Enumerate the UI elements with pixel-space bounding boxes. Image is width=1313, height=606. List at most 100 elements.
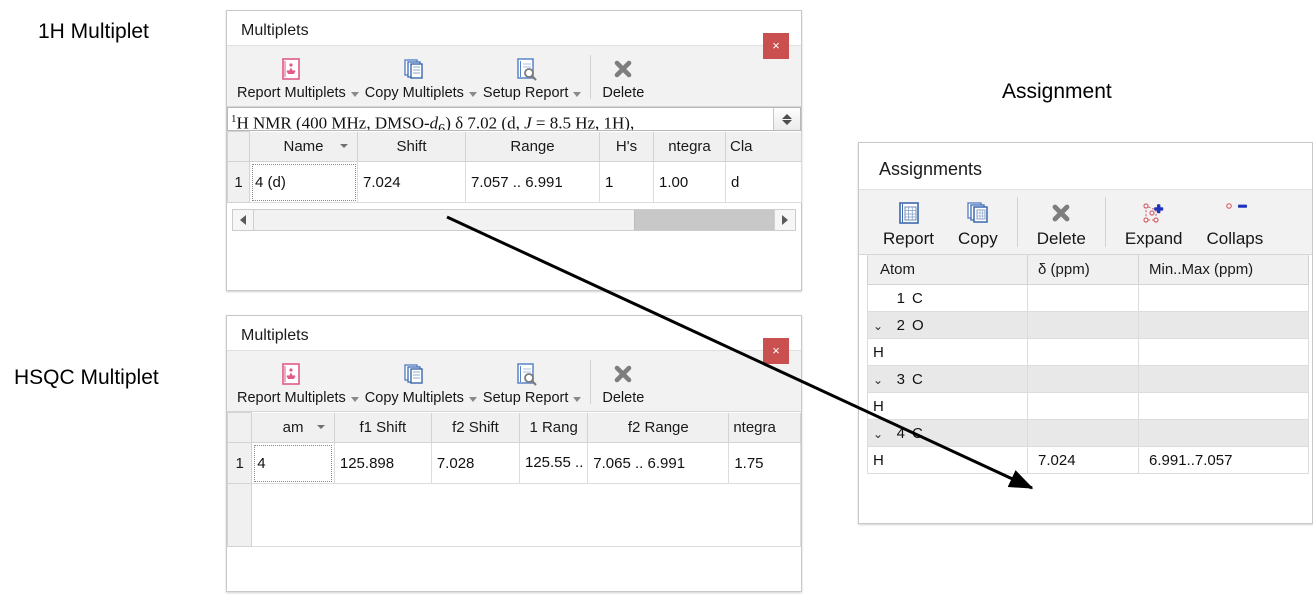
- atom-cell[interactable]: H: [867, 446, 1028, 474]
- copy-multiplets-button[interactable]: Copy Multiplets: [361, 46, 468, 106]
- nmr-report-spinner[interactable]: [773, 108, 800, 130]
- column-header-f2-range[interactable]: f2 Range: [587, 412, 730, 443]
- cell-hs[interactable]: 1: [599, 161, 654, 203]
- sort-chevron-down-icon[interactable]: [316, 424, 325, 429]
- horizontal-scrollbar[interactable]: [232, 209, 796, 231]
- multiplets-hsqc-window: Multiplets × Report Multiplets Copy Mult…: [226, 315, 802, 592]
- atom-cell[interactable]: 1C: [867, 284, 1028, 312]
- atom-cell[interactable]: H: [867, 338, 1028, 366]
- setup-report-dropdown-icon[interactable]: [573, 92, 582, 97]
- list-item[interactable]: 1C: [867, 284, 1309, 312]
- scrollbar-track[interactable]: [254, 210, 774, 230]
- spinner-down-icon[interactable]: [782, 119, 792, 125]
- assignments-report-button[interactable]: Report: [865, 190, 946, 254]
- assignments-copy-button[interactable]: Copy: [946, 190, 1010, 254]
- column-header-class[interactable]: Cla: [725, 131, 802, 162]
- copy-multiplets-button[interactable]: Copy Multiplets: [361, 351, 468, 411]
- report-multiplets-dropdown-icon[interactable]: [350, 92, 359, 97]
- assignments-delete-button[interactable]: Delete: [1025, 190, 1098, 254]
- table-empty-row[interactable]: [226, 483, 801, 547]
- nmr-report-text[interactable]: 1H NMR (400 MHz, DMSO-d6) δ 7.02 (d, J =…: [228, 108, 773, 130]
- assignments-expand-button[interactable]: Expand: [1113, 190, 1195, 254]
- delta-cell[interactable]: [1027, 365, 1139, 393]
- column-header-minmax[interactable]: Min..Max (ppm): [1138, 255, 1309, 285]
- cell-f1-range[interactable]: 125.55 .. 12...: [518, 442, 589, 484]
- setup-report-button[interactable]: Setup Report: [479, 351, 572, 411]
- table-row[interactable]: 1 4 125.898 7.028 125.55 .. 12... 7.065 …: [226, 442, 801, 484]
- column-header-atom[interactable]: Atom: [867, 255, 1028, 285]
- scrollbar-thumb[interactable]: [254, 210, 635, 230]
- column-header-hs[interactable]: H's: [599, 131, 654, 162]
- report-multiplets-dropdown-icon[interactable]: [350, 397, 359, 402]
- chevron-down-icon[interactable]: ⌄: [873, 373, 885, 387]
- list-item[interactable]: ⌄ 4 C: [867, 419, 1309, 447]
- cell-name[interactable]: 4: [251, 442, 335, 484]
- minmax-cell[interactable]: [1138, 392, 1309, 420]
- cell-class[interactable]: d: [725, 161, 802, 203]
- cell-f1-shift[interactable]: 125.898: [333, 442, 432, 484]
- column-header-name[interactable]: Name: [249, 131, 358, 162]
- toolbar-group-report: Report Multiplets: [233, 46, 361, 106]
- atom-cell[interactable]: ⌄ 4 C: [867, 419, 1028, 447]
- cell-shift[interactable]: 7.024: [357, 161, 466, 203]
- empty-area-cell[interactable]: [251, 483, 801, 547]
- list-item[interactable]: H 7.024 6.991..7.057: [867, 446, 1309, 474]
- copy-multiplets-dropdown-icon[interactable]: [468, 92, 477, 97]
- column-header-range[interactable]: Range: [465, 131, 600, 162]
- minmax-cell[interactable]: [1138, 311, 1309, 339]
- chevron-down-icon[interactable]: ⌄: [873, 427, 885, 441]
- scroll-right-button[interactable]: [774, 210, 795, 230]
- column-header-integral[interactable]: ntegra: [653, 131, 726, 162]
- cell-integral[interactable]: 1.75: [728, 442, 801, 484]
- report-multiplets-button[interactable]: Report Multiplets: [233, 46, 350, 106]
- delete-button[interactable]: Delete: [598, 46, 648, 106]
- sort-chevron-down-icon[interactable]: [340, 143, 348, 148]
- column-header-f2-shift[interactable]: f2 Shift: [430, 412, 520, 443]
- chevron-down-icon[interactable]: ⌄: [873, 319, 885, 333]
- table-row[interactable]: 1 4 (d) 7.024 7.057 .. 6.991 1 1.00 d: [227, 161, 802, 203]
- atom-cell[interactable]: ⌄ 3 C: [867, 365, 1028, 393]
- list-item[interactable]: H: [867, 392, 1309, 420]
- delete-button[interactable]: Delete: [598, 351, 648, 411]
- cell-name[interactable]: 4 (d): [249, 161, 358, 203]
- column-header-name[interactable]: am: [251, 412, 335, 443]
- copy-multiplets-dropdown-icon[interactable]: [468, 397, 477, 402]
- table-header-row: Name Shift Range H's ntegra Cla: [227, 131, 802, 162]
- minmax-cell[interactable]: 6.991..7.057: [1138, 446, 1309, 474]
- atom-element: H: [873, 343, 884, 361]
- toolbar-group-setup: Setup Report: [479, 46, 583, 106]
- minmax-cell[interactable]: [1138, 419, 1309, 447]
- atom-cell[interactable]: ⌄ 2 O: [867, 311, 1028, 339]
- column-header-integral[interactable]: ntegra: [728, 412, 801, 443]
- scroll-left-button[interactable]: [233, 210, 254, 230]
- delta-cell[interactable]: [1027, 338, 1139, 366]
- cell-f2-range[interactable]: 7.065 .. 6.991: [587, 442, 730, 484]
- list-item[interactable]: H: [867, 338, 1309, 366]
- delta-cell[interactable]: [1027, 392, 1139, 420]
- delta-cell[interactable]: 7.024: [1027, 446, 1139, 474]
- spinner-up-icon[interactable]: [782, 113, 792, 119]
- report-multiplets-button[interactable]: Report Multiplets: [233, 351, 350, 411]
- cell-f2-shift[interactable]: 7.028: [430, 442, 520, 484]
- setup-report-dropdown-icon[interactable]: [573, 397, 582, 402]
- cell-integral[interactable]: 1.00: [653, 161, 726, 203]
- column-header-f1-shift[interactable]: f1 Shift: [333, 412, 432, 443]
- minmax-cell[interactable]: [1138, 365, 1309, 393]
- close-icon[interactable]: ×: [763, 338, 789, 364]
- minmax-cell[interactable]: [1138, 338, 1309, 366]
- setup-report-button[interactable]: Setup Report: [479, 46, 572, 106]
- list-item[interactable]: ⌄ 2 O: [867, 311, 1309, 339]
- column-header-f1-range[interactable]: 1 Rang: [518, 412, 589, 443]
- delta-cell[interactable]: [1027, 284, 1139, 312]
- column-header-delta[interactable]: δ (ppm): [1027, 255, 1139, 285]
- delta-cell[interactable]: [1027, 311, 1139, 339]
- assignments-collapse-button[interactable]: Collaps: [1195, 190, 1268, 254]
- column-header-shift[interactable]: Shift: [357, 131, 466, 162]
- delta-cell[interactable]: [1027, 419, 1139, 447]
- minmax-cell[interactable]: [1138, 284, 1309, 312]
- atom-cell[interactable]: H: [867, 392, 1028, 420]
- cell-range[interactable]: 7.057 .. 6.991: [465, 161, 600, 203]
- toolbar-separator-2: [1104, 197, 1106, 247]
- close-icon[interactable]: ×: [763, 33, 789, 59]
- list-item[interactable]: ⌄ 3 C: [867, 365, 1309, 393]
